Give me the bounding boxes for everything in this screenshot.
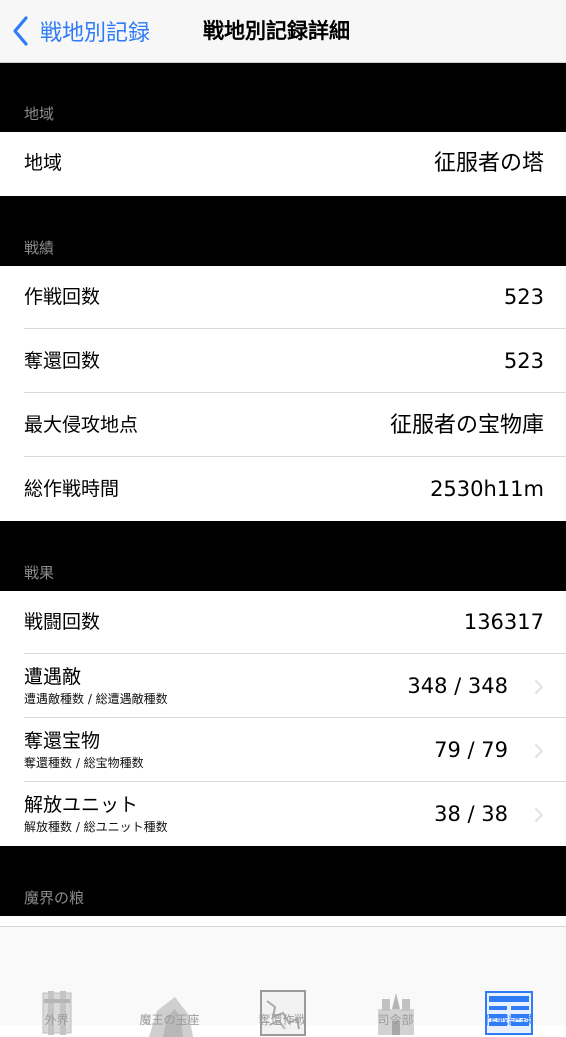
row-divider [24,717,566,718]
tab-label: 外界 [44,1013,69,1027]
row-label: 遭遇敵 [24,666,82,688]
tab-label: 魔王の玉座 [139,1013,200,1027]
row-label: 地域 [24,152,63,174]
row-divider [24,653,566,654]
row-sorties: 作戦回数 523 [0,266,566,329]
tab-label: 作戦記録 [484,1013,533,1027]
row-divider [24,328,566,329]
row-max-point: 最大侵攻地点 征服者の宝物庫 [0,394,566,457]
chevron-right-icon [535,808,543,822]
page-title: 戦地別記録詳細 [203,19,350,43]
row-divider [24,781,566,782]
row-label: 作戦回数 [24,286,101,308]
row-total-time: 総作戦時間 2530h11m [0,458,566,521]
row-divider [24,456,566,457]
tab-label: 司令部 [377,1013,414,1027]
section-header-label: 魔界の粮 [24,889,85,907]
section-header-label: 地域 [24,105,55,123]
section-header-result: 戦果 [0,521,566,591]
row-divider [24,392,566,393]
row-battles: 戦闘回数 136317 [0,591,566,654]
row-value: 79 / 79 [434,738,508,762]
row-label: 奪還回数 [24,350,101,372]
row-label: 戦闘回数 [24,611,101,633]
back-button[interactable]: 戦地別記録 [10,0,150,62]
row-recaptures: 奪還回数 523 [0,330,566,393]
row-label: 総作戦時間 [24,478,120,500]
row-label: 奪還宝物 [24,730,101,752]
tab-battle-record[interactable]: 作戦記録 [452,927,565,1035]
row-value: 2530h11m [430,477,544,501]
navigation-bar: 戦地別記録 戦地別記録詳細 [0,0,566,63]
row-value: 523 [503,349,544,373]
tab-headquarters[interactable]: 司令部 [339,927,452,1035]
section-header-label: 戦果 [24,564,55,582]
row-value: 348 / 348 [407,674,508,698]
row-value: 136317 [463,610,544,634]
row-treasure[interactable]: 奪還宝物 奪還種数 / 総宝物種数 79 / 79 [0,719,566,782]
chevron-right-icon [535,744,543,758]
row-sublabel: 解放種数 / 総ユニット種数 [24,820,168,834]
section-header-label: 戦績 [24,239,55,257]
row-value: 征服者の宝物庫 [389,413,544,438]
tab-label: 奪還作戦 [258,1013,307,1027]
tab-throne[interactable]: 魔王の玉座 [113,927,226,1037]
row-label: 解放ユニット [24,794,139,816]
row-sublabel: 奪還種数 / 総宝物種数 [24,756,144,770]
chevron-right-icon [535,680,543,694]
row-value: 征服者の塔 [433,151,544,176]
tab-bar: 外界 魔王の玉座 奪還作戦 司令部 作戦記録 [0,926,566,1037]
section-header-record: 戦績 [0,196,566,266]
row-value: 523 [503,285,544,309]
back-button-label: 戦地別記録 [40,21,151,46]
row-value: 38 / 38 [434,802,508,826]
chevron-left-icon [13,16,28,46]
row-enemies[interactable]: 遭遇敵 遭遇敵種数 / 総遭遇敵種数 348 / 348 [0,655,566,718]
section-header-region: 地域 [0,63,566,132]
row-label: 最大侵攻地点 [24,414,139,436]
row-region: 地域 征服者の塔 [0,132,566,195]
tab-outer-world[interactable]: 外界 [0,927,113,1035]
tab-recapture[interactable]: 奪還作戦 [226,927,339,1036]
row-sublabel: 遭遇敵種数 / 総遭遇敵種数 [24,692,168,706]
row-units[interactable]: 解放ユニット 解放種数 / 総ユニット種数 38 / 38 [0,783,566,846]
section-header-food: 魔界の粮 [0,846,566,916]
